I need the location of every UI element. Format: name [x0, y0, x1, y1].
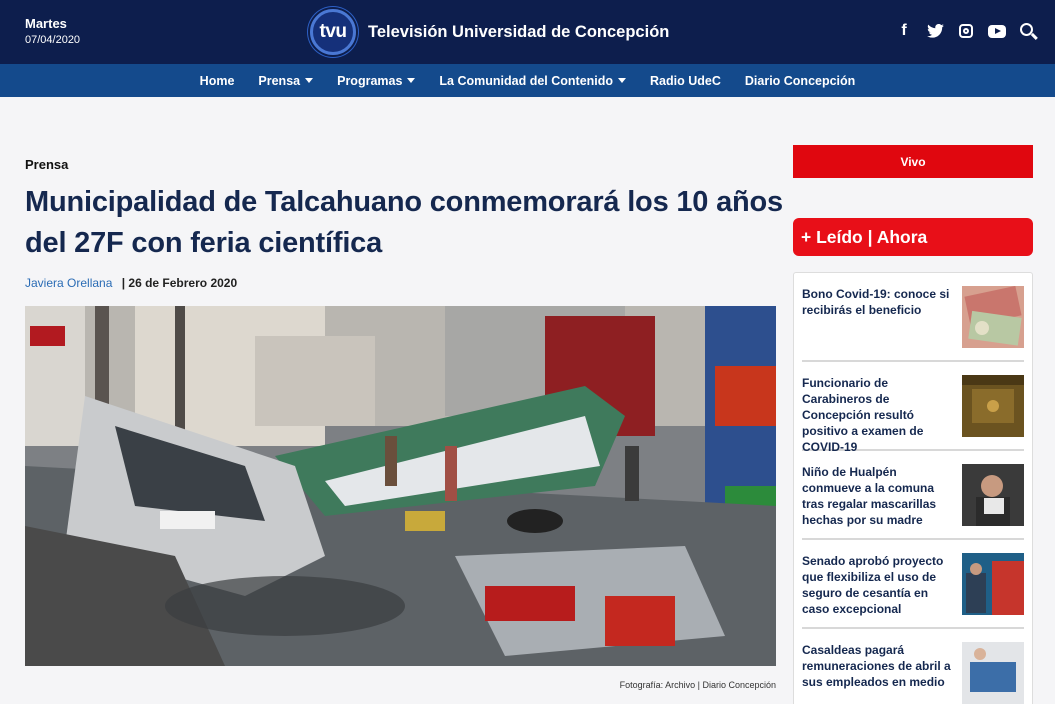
news-item-title[interactable]: Casaldeas pagará remuneraciones de abril…: [802, 642, 954, 704]
main-nav: Home Prensa Programas La Comunidad del C…: [0, 64, 1055, 97]
news-item-title[interactable]: Bono Covid-19: conoce si recibirás el be…: [802, 286, 954, 360]
nav-diario-concepcion[interactable]: Diario Concepción: [745, 74, 855, 88]
most-read-header: + Leído | Ahora: [793, 218, 1033, 256]
nav-prensa[interactable]: Prensa: [258, 73, 314, 88]
nav-home-label: Home: [199, 73, 235, 88]
chevron-down-icon: [618, 78, 627, 83]
most-read-list: Bono Covid-19: conoce si recibirás el be…: [793, 272, 1033, 704]
news-item-title[interactable]: Senado aprobó proyecto que flexibiliza e…: [802, 553, 954, 627]
article-category[interactable]: Prensa: [25, 157, 68, 172]
top-header: Martes 07/04/2020 tvu Televisión Univers…: [0, 0, 1055, 64]
social-links: f: [895, 20, 1037, 42]
list-item[interactable]: Niño de Hualpén conmueve a la comuna tra…: [802, 451, 1024, 540]
nav-home[interactable]: Home: [200, 74, 235, 88]
image-caption: Fotografía: Archivo | Diario Concepción: [619, 680, 776, 690]
nav-programas[interactable]: Programas: [337, 73, 416, 88]
list-item[interactable]: Bono Covid-19: conoce si recibirás el be…: [802, 273, 1024, 362]
nav-prensa-label: Prensa: [258, 73, 301, 88]
site-name[interactable]: Televisión Universidad de Concepción: [368, 23, 669, 42]
article-date: | 26 de Febrero 2020: [121, 276, 238, 290]
youtube-icon[interactable]: [988, 20, 1006, 42]
news-thumbnail[interactable]: [962, 375, 1024, 437]
list-item[interactable]: Senado aprobó proyecto que flexibiliza e…: [802, 540, 1024, 629]
live-button[interactable]: Vivo: [793, 145, 1033, 178]
news-thumbnail[interactable]: [962, 553, 1024, 615]
article-author[interactable]: Javiera Orellana: [25, 276, 112, 290]
twitter-icon[interactable]: [926, 20, 944, 42]
article-title: Municipalidad de Talcahuano conmemorará …: [25, 186, 783, 259]
tvu-logo[interactable]: tvu: [310, 9, 356, 55]
news-item-title[interactable]: Niño de Hualpén conmueve a la comuna tra…: [802, 464, 954, 538]
news-item-title[interactable]: Funcionario de Carabineros de Concepción…: [802, 375, 954, 454]
nav-diario-label: Diario Concepción: [744, 73, 856, 88]
chevron-down-icon: [305, 78, 314, 83]
chevron-down-icon: [407, 78, 416, 83]
instagram-icon[interactable]: [957, 20, 975, 42]
site-brand[interactable]: tvu Televisión Universidad de Concepción: [310, 9, 669, 55]
nav-radio-label: Radio UdeC: [650, 73, 721, 88]
nav-comunidad[interactable]: La Comunidad del Contenido: [439, 73, 627, 88]
nav-comunidad-label: La Comunidad del Contenido: [439, 73, 614, 88]
news-thumbnail[interactable]: [962, 286, 1024, 348]
current-date: Martes 07/04/2020: [25, 16, 80, 46]
nav-programas-label: Programas: [337, 73, 403, 88]
facebook-icon[interactable]: f: [895, 20, 913, 42]
news-thumbnail[interactable]: [962, 464, 1024, 526]
article-hero-image: [25, 306, 776, 666]
list-item[interactable]: Funcionario de Carabineros de Concepción…: [802, 362, 1024, 454]
search-icon[interactable]: [1019, 20, 1037, 42]
date-day: Martes: [25, 16, 67, 31]
date-number: 07/04/2020: [25, 34, 81, 46]
nav-radio-udec[interactable]: Radio UdeC: [650, 74, 721, 88]
article-byline: Javiera Orellana | 26 de Febrero 2020: [25, 276, 237, 290]
news-thumbnail[interactable]: [962, 642, 1024, 704]
list-item[interactable]: Casaldeas pagará remuneraciones de abril…: [802, 629, 1024, 704]
